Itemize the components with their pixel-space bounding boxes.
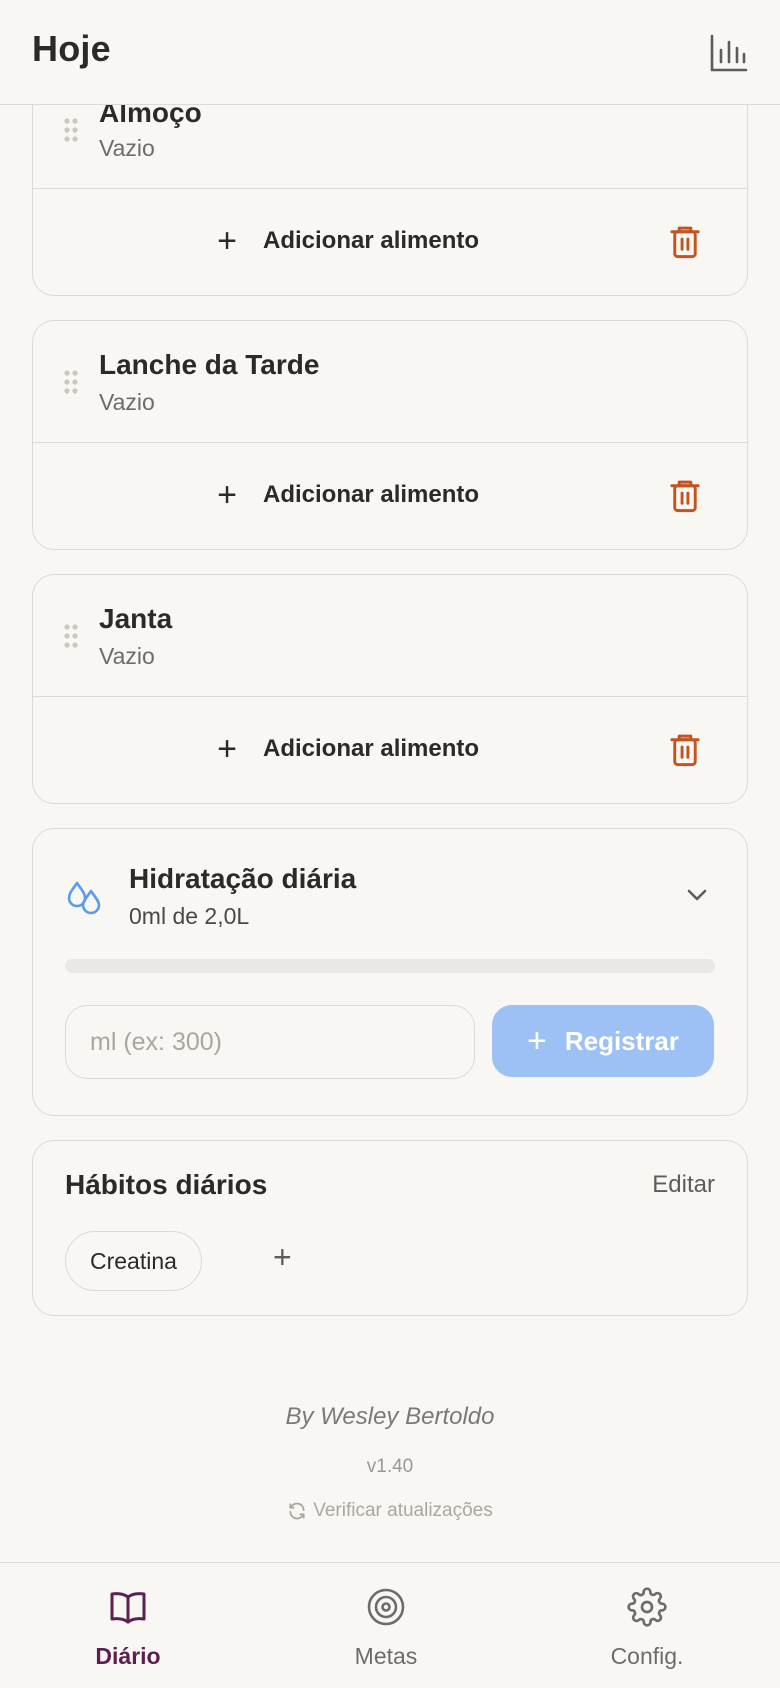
meal-status: Vazio <box>99 643 155 669</box>
habit-chip[interactable]: Creatina <box>65 1231 202 1291</box>
meal-name: Janta <box>99 603 173 634</box>
check-updates-link[interactable]: Verificar atualizações <box>0 1500 780 1522</box>
chevron-down-icon[interactable] <box>683 881 711 909</box>
trash-icon[interactable] <box>667 223 703 261</box>
add-food-label: Adicionar alimento <box>263 735 480 762</box>
meal-card-janta: Janta Vazio + Adicionar alimento <box>32 574 748 804</box>
add-food-label: Adicionar alimento <box>263 227 480 254</box>
edit-habits-button[interactable]: Editar <box>652 1171 715 1199</box>
trash-icon[interactable] <box>667 477 703 515</box>
app-header: Hoje <box>0 0 780 105</box>
author-credit: By Wesley Bertoldo <box>285 1403 495 1430</box>
bar-chart-icon[interactable] <box>704 30 752 78</box>
drag-handle-icon[interactable] <box>63 117 79 143</box>
add-food-label: Adicionar alimento <box>263 481 480 508</box>
page-title: Hoje <box>32 28 111 69</box>
meal-actions: + Adicionar alimento <box>33 191 747 295</box>
meal-actions: + Adicionar alimento <box>33 445 747 549</box>
register-water-button[interactable]: + Registrar <box>492 1005 714 1077</box>
plus-icon: + <box>526 1022 547 1060</box>
meal-status: Vazio <box>99 135 155 161</box>
add-food-button[interactable]: + Adicionar alimento <box>213 219 479 263</box>
nav-label: Metas <box>354 1643 418 1669</box>
meal-status: Vazio <box>99 389 155 415</box>
target-icon <box>367 1588 405 1626</box>
plus-icon: + <box>217 222 237 260</box>
water-amount-input[interactable] <box>65 1005 475 1079</box>
nav-item-diario[interactable]: Diário <box>38 1563 218 1688</box>
nav-label: Diário <box>95 1643 161 1669</box>
meal-card-lanche-da-tarde: Lanche da Tarde Vazio + Adicionar alimen… <box>32 320 748 550</box>
gear-icon <box>627 1587 667 1627</box>
hydration-card: Hidratação diária 0ml de 2,0L + Registra… <box>32 828 748 1116</box>
hydration-progress-bar <box>65 959 715 973</box>
add-habit-button[interactable]: + <box>273 1239 292 1276</box>
check-updates-label: Verificar atualizações <box>313 1500 493 1521</box>
habits-title: Hábitos diários <box>65 1169 268 1200</box>
meal-header[interactable]: Lanche da Tarde Vazio <box>33 321 747 443</box>
plus-icon: + <box>217 730 237 768</box>
nav-item-metas[interactable]: Metas <box>296 1563 476 1688</box>
hydration-title: Hidratação diária <box>129 863 357 894</box>
meal-name: Lanche da Tarde <box>99 349 320 380</box>
hydration-summary: 0ml de 2,0L <box>129 903 250 929</box>
water-drops-icon <box>67 881 101 915</box>
drag-handle-icon[interactable] <box>63 369 79 395</box>
bottom-nav: Diário Metas Config. <box>0 1562 780 1688</box>
plus-icon: + <box>217 476 237 514</box>
add-food-button[interactable]: + Adicionar alimento <box>213 727 479 771</box>
drag-handle-icon[interactable] <box>63 623 79 649</box>
app-version: v1.40 <box>366 1456 414 1477</box>
nav-label: Config. <box>610 1643 684 1669</box>
add-food-button[interactable]: + Adicionar alimento <box>213 473 479 517</box>
trash-icon[interactable] <box>667 731 703 769</box>
refresh-icon <box>289 1502 305 1520</box>
nav-item-config[interactable]: Config. <box>557 1563 737 1688</box>
meal-actions: + Adicionar alimento <box>33 699 747 803</box>
book-icon <box>110 1592 146 1624</box>
habits-card: Hábitos diários Editar Creatina + <box>32 1140 748 1316</box>
register-label: Registrar <box>564 1025 679 1056</box>
meal-header[interactable]: Janta Vazio <box>33 575 747 697</box>
